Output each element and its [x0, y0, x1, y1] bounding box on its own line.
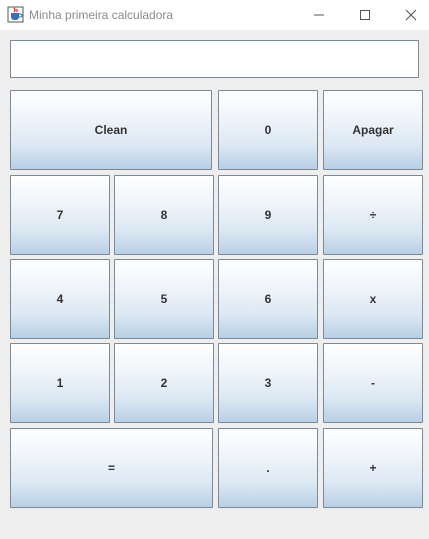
clean-button[interactable]: Clean — [10, 90, 212, 170]
apagar-button[interactable]: Apagar — [323, 90, 423, 170]
maximize-button[interactable] — [342, 0, 388, 30]
minus-button[interactable]: - — [323, 343, 423, 423]
plus-button[interactable]: + — [323, 428, 423, 508]
display-field[interactable] — [10, 40, 419, 78]
minimize-button[interactable] — [296, 0, 342, 30]
digit-1-button[interactable]: 1 — [10, 343, 110, 423]
digit-7-button[interactable]: 7 — [10, 175, 110, 255]
digit-4-button[interactable]: 4 — [10, 259, 110, 339]
digit-8-button[interactable]: 8 — [114, 175, 214, 255]
window-title: Minha primeira calculadora — [29, 8, 174, 22]
digit-6-button[interactable]: 6 — [218, 259, 318, 339]
digit-9-button[interactable]: 9 — [218, 175, 318, 255]
digit-3-button[interactable]: 3 — [218, 343, 318, 423]
equals-button[interactable]: = — [10, 428, 213, 508]
digit-2-button[interactable]: 2 — [114, 343, 214, 423]
title-bar[interactable]: Minha primeira calculadora — [0, 0, 429, 30]
digit-5-button[interactable]: 5 — [114, 259, 214, 339]
java-cup-icon — [7, 6, 24, 23]
decimal-point-button[interactable]: . — [218, 428, 318, 508]
close-icon — [405, 9, 417, 21]
multiply-button[interactable]: x — [323, 259, 423, 339]
maximize-icon — [360, 10, 370, 20]
divide-button[interactable]: ÷ — [323, 175, 423, 255]
digit-0-button[interactable]: 0 — [218, 90, 318, 170]
close-button[interactable] — [388, 0, 429, 30]
minimize-icon — [314, 14, 324, 16]
